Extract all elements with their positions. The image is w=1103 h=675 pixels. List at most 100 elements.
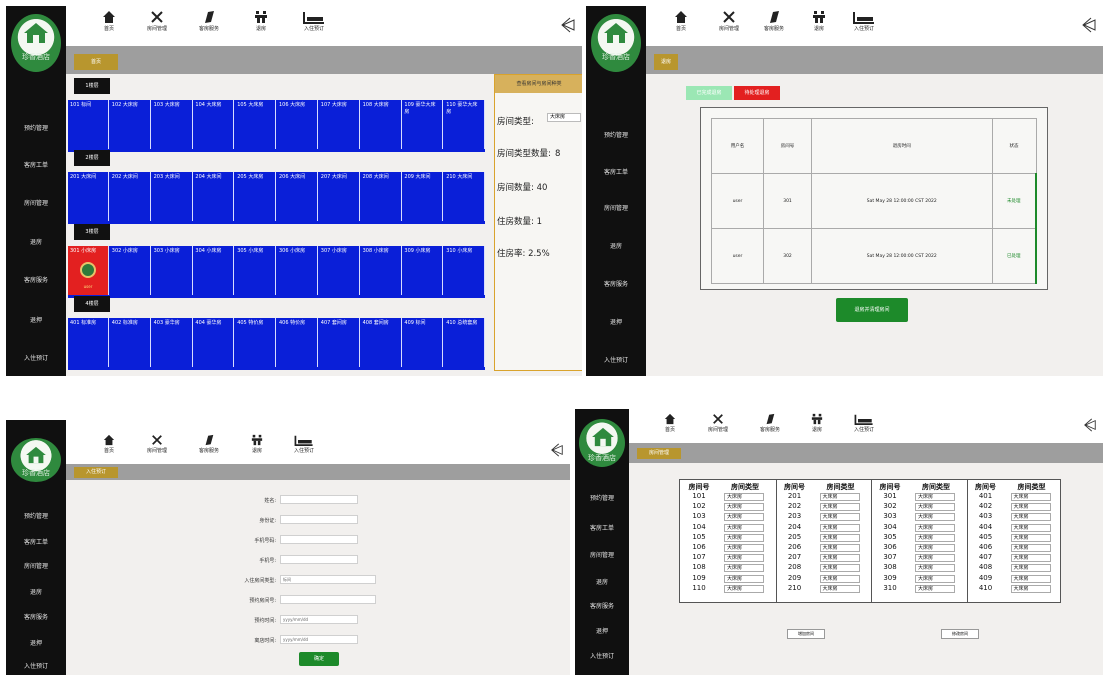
tab-room-management[interactable]: 房间管理 bbox=[637, 448, 681, 459]
toolbar-checkout[interactable]: 退房 bbox=[794, 413, 840, 447]
room-card[interactable]: 307 小床房 bbox=[318, 246, 360, 295]
booking-date-input[interactable]: yyyy/mm/dd bbox=[280, 615, 358, 624]
room-card[interactable]: 306 小床房 bbox=[277, 246, 318, 295]
toolbar-rooms[interactable]: 房间管理 bbox=[134, 10, 180, 44]
room-card[interactable]: 106 大床房 bbox=[277, 100, 318, 149]
room-card[interactable]: 204 大床间 bbox=[193, 172, 235, 221]
sidebar-item-2[interactable]: 客房工单 bbox=[575, 524, 629, 534]
room-card[interactable]: 302 小床房 bbox=[109, 246, 151, 295]
room-card[interactable]: 110 豪华大床房 bbox=[444, 100, 486, 149]
room-type-select[interactable]: 大床房 bbox=[724, 584, 764, 593]
sidebar-item-1[interactable]: 预约管理 bbox=[575, 494, 629, 504]
toolbar-rooms[interactable]: 房间管理 bbox=[706, 10, 752, 44]
room-type-select[interactable]: 大床房 bbox=[915, 584, 955, 593]
room-type-select[interactable]: 大床房 bbox=[724, 503, 764, 512]
sidebar-item-6[interactable]: 退押 bbox=[6, 316, 66, 326]
room-card[interactable]: 205 大床房 bbox=[235, 172, 277, 221]
toolbar-service[interactable]: 客房服务 bbox=[751, 10, 797, 44]
room-card[interactable]: 201 大床间 bbox=[68, 172, 109, 221]
room-card[interactable]: 405 特价房 bbox=[235, 318, 277, 367]
room-card[interactable]: 308 小床房 bbox=[360, 246, 402, 295]
sidebar-item-6[interactable]: 退押 bbox=[575, 627, 629, 637]
room-type-select[interactable]: 大床房 bbox=[1010, 523, 1051, 532]
roomtype-select[interactable]: 标间 bbox=[280, 575, 376, 584]
tab-home[interactable]: 首页 bbox=[74, 54, 118, 70]
room-card[interactable]: 203 大床间 bbox=[151, 172, 193, 221]
room-type-select[interactable]: 大床房 bbox=[724, 544, 764, 552]
leave-date-input[interactable]: yyyy/mm/dd bbox=[280, 635, 358, 644]
idcard-input[interactable] bbox=[280, 515, 358, 524]
room-type-select[interactable]: 大床房 bbox=[819, 513, 860, 522]
room-card[interactable]: 101 标间 bbox=[68, 100, 109, 149]
room-card[interactable]: 210 大床间 bbox=[444, 172, 486, 221]
room-type-select[interactable]: 大床房 bbox=[915, 544, 955, 552]
room-card[interactable]: 202 大床间 bbox=[109, 172, 151, 221]
submit-button[interactable]: 确定 bbox=[299, 652, 339, 666]
room-type-select[interactable]: 大床房 bbox=[819, 493, 860, 501]
room-card[interactable]: 301 小床房 user bbox=[68, 246, 109, 295]
sidebar-item-7[interactable]: 入住预订 bbox=[6, 662, 66, 672]
tab-completed-checkout[interactable]: 已完成退房 bbox=[686, 86, 732, 100]
room-card[interactable]: 401 标准房 bbox=[68, 318, 109, 367]
room-type-select[interactable]: 大床房 bbox=[915, 503, 955, 512]
room-type-select[interactable]: 大床房 bbox=[724, 554, 764, 563]
room-card[interactable]: 207 大床间 bbox=[318, 172, 360, 221]
toolbar-reception[interactable]: 入住预订 bbox=[841, 10, 887, 44]
toolbar-home[interactable]: 首页 bbox=[86, 434, 132, 468]
toolbar-home[interactable]: 首页 bbox=[86, 10, 132, 44]
sidebar-item-2[interactable]: 客房工单 bbox=[6, 538, 66, 548]
toolbar-service[interactable]: 客房服务 bbox=[186, 434, 232, 468]
toolbar-rooms[interactable]: 房间管理 bbox=[134, 434, 180, 468]
room-type-select[interactable]: 大床房 bbox=[819, 544, 860, 552]
sidebar-item-5[interactable]: 客房服务 bbox=[6, 276, 66, 286]
room-type-select[interactable]: 大床房 bbox=[1010, 493, 1051, 501]
room-type-select[interactable]: 大床房 bbox=[819, 523, 860, 532]
room-card[interactable]: 209 大床间 bbox=[402, 172, 444, 221]
room-card[interactable]: 105 大床房 bbox=[235, 100, 277, 149]
toolbar-reception[interactable]: 入住预订 bbox=[841, 413, 887, 447]
room-type-select[interactable]: 大床房 bbox=[724, 493, 764, 501]
tab-booking[interactable]: 入住预订 bbox=[74, 467, 118, 478]
sidebar-item-6[interactable]: 退押 bbox=[6, 639, 66, 649]
room-type-select[interactable]: 大床房 bbox=[915, 523, 955, 532]
cell-status[interactable]: 已处理 bbox=[991, 228, 1037, 284]
room-card[interactable]: 102 大床房 bbox=[109, 100, 151, 149]
room-type-select[interactable]: 大床房 bbox=[819, 554, 860, 563]
room-type-select[interactable]: 大床房 bbox=[724, 523, 764, 532]
toolbar-service[interactable]: 客房服务 bbox=[186, 10, 232, 44]
room-type-select[interactable]: 大床房 bbox=[819, 533, 860, 542]
room-card[interactable]: 208 大床间 bbox=[360, 172, 402, 221]
sidebar-item-3[interactable]: 房间管理 bbox=[575, 551, 629, 561]
room-type-select[interactable]: 大床房 bbox=[819, 564, 860, 573]
sidebar-item-6[interactable]: 退押 bbox=[586, 318, 646, 328]
sidebar-item-4[interactable]: 退房 bbox=[575, 578, 629, 588]
room-card[interactable]: 103 大床房 bbox=[151, 100, 193, 149]
sidebar-item-3[interactable]: 房间管理 bbox=[6, 199, 66, 209]
tab-pending-checkout[interactable]: 待处理退房 bbox=[734, 86, 780, 100]
room-type-select[interactable]: 大床房 bbox=[915, 513, 955, 522]
room-card[interactable]: 407 套间房 bbox=[318, 318, 360, 367]
room-type-select[interactable]: 大床房 bbox=[819, 584, 860, 593]
room-type-select[interactable]: 大床房 bbox=[1010, 584, 1051, 593]
sidebar-item-5[interactable]: 客房服务 bbox=[575, 602, 629, 612]
room-type-select[interactable]: 大床房 bbox=[1010, 513, 1051, 522]
toolbar-service[interactable]: 客房服务 bbox=[747, 413, 793, 447]
room-type-select[interactable]: 大床房 bbox=[724, 574, 764, 583]
sidebar-item-4[interactable]: 退房 bbox=[586, 242, 646, 252]
sidebar-item-3[interactable]: 房间管理 bbox=[6, 562, 66, 572]
room-card[interactable]: 310 小床房 bbox=[444, 246, 486, 295]
room-card[interactable]: 305 小床房 bbox=[235, 246, 277, 295]
room-type-select[interactable]: 大床房 bbox=[819, 574, 860, 583]
toolbar-rooms[interactable]: 房间管理 bbox=[695, 413, 741, 447]
sidebar-item-1[interactable]: 预约管理 bbox=[6, 512, 66, 522]
room-card[interactable]: 403 豪华房 bbox=[151, 318, 193, 367]
room-type-select[interactable]: 大床房 bbox=[915, 564, 955, 573]
room-card[interactable]: 206 大床间 bbox=[277, 172, 318, 221]
sidebar-item-5[interactable]: 客房服务 bbox=[6, 613, 66, 623]
phone-input[interactable] bbox=[280, 555, 358, 564]
room-card[interactable]: 107 大床房 bbox=[318, 100, 360, 149]
room-card[interactable]: 304 小床房 bbox=[193, 246, 235, 295]
room-card[interactable]: 309 小床房 bbox=[402, 246, 444, 295]
sidebar-item-5[interactable]: 客房服务 bbox=[586, 280, 646, 290]
sidebar-item-1[interactable]: 预约管理 bbox=[6, 124, 66, 134]
